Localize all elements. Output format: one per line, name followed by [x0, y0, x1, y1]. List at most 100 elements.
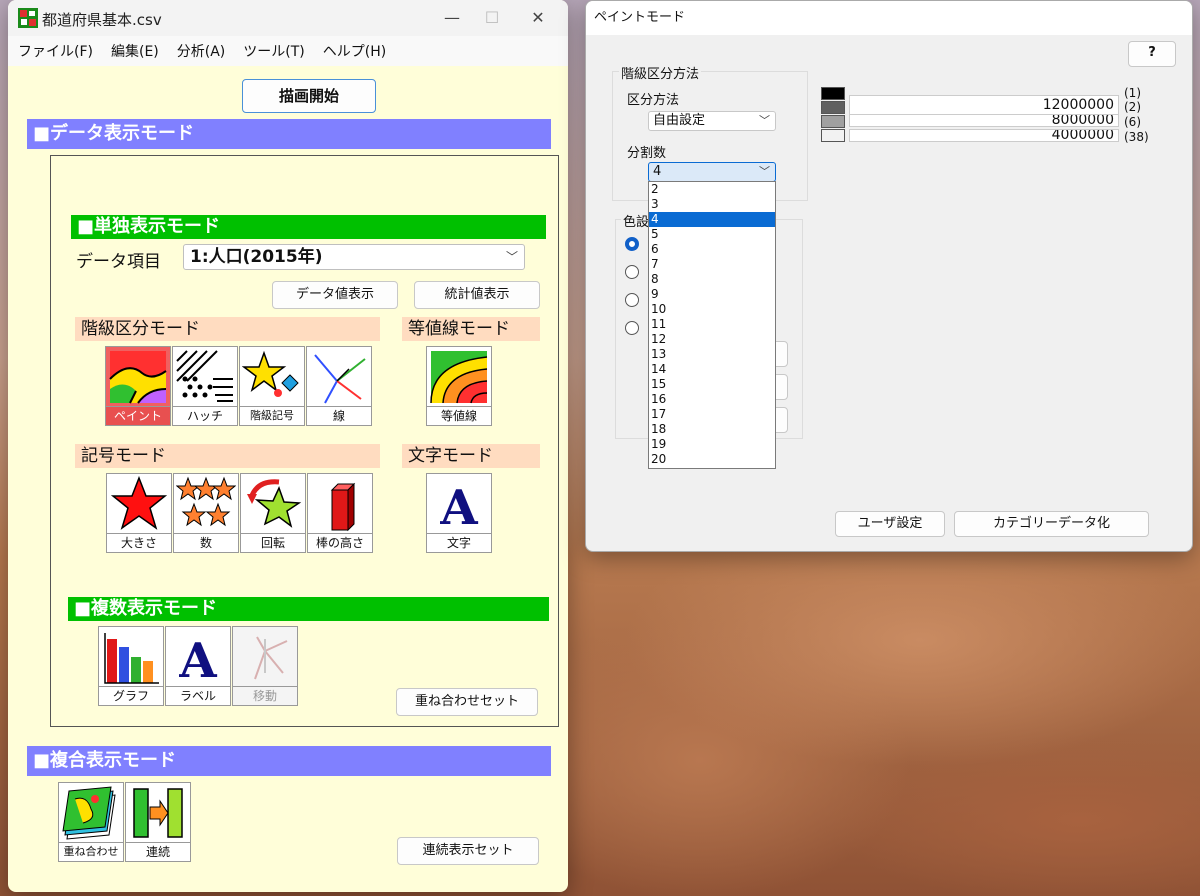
- contour-tool[interactable]: 等値線: [426, 346, 492, 426]
- graph-tool-label: グラフ: [99, 686, 163, 705]
- hatch-tool-label: ハッチ: [173, 406, 237, 425]
- division-option[interactable]: 5: [649, 227, 775, 242]
- composite-mode-header: ■複合表示モード: [27, 746, 551, 776]
- maximize-icon[interactable]: ☐: [472, 6, 512, 30]
- class-swatch-3[interactable]: [821, 115, 845, 128]
- user-setting-button[interactable]: ユーザ設定: [835, 511, 945, 537]
- class-count-1: (1): [1124, 86, 1141, 100]
- menu-edit[interactable]: 編集(E): [111, 41, 159, 61]
- division-option[interactable]: 9: [649, 287, 775, 302]
- single-mode-header: ■単独表示モード: [71, 215, 546, 239]
- line-tool[interactable]: 線: [306, 346, 372, 426]
- bar-height-tool[interactable]: 棒の高さ: [307, 473, 373, 553]
- title-bar[interactable]: 都道府県基本.csv — ☐ ✕: [8, 0, 568, 36]
- overlay-tool-label: 重ね合わせ: [59, 842, 123, 861]
- text-tool[interactable]: A 文字: [426, 473, 492, 553]
- paint-tool[interactable]: ペイント: [105, 346, 171, 426]
- menu-help[interactable]: ヘルプ(H): [323, 41, 386, 61]
- text-tool-label: 文字: [427, 533, 491, 552]
- hatch-tool[interactable]: ハッチ: [172, 346, 238, 426]
- bar-chart-icon: [104, 633, 159, 684]
- stars-icon: [176, 476, 236, 527]
- division-option[interactable]: 11: [649, 317, 775, 332]
- size-tool[interactable]: 大きさ: [106, 473, 172, 553]
- color-radio-1[interactable]: [625, 237, 639, 251]
- show-stats-button[interactable]: 統計値表示: [414, 281, 540, 309]
- move-tool[interactable]: 移動: [232, 626, 298, 706]
- class-value-2[interactable]: 12000000: [849, 95, 1119, 115]
- window-title: 都道府県基本.csv: [42, 11, 162, 29]
- division-option[interactable]: 4: [649, 212, 775, 227]
- division-option[interactable]: 8: [649, 272, 775, 287]
- class-swatch-4[interactable]: [821, 129, 845, 142]
- division-option[interactable]: 15: [649, 377, 775, 392]
- count-tool[interactable]: 数: [173, 473, 239, 553]
- paint-tool-label: ペイント: [106, 406, 170, 425]
- division-option[interactable]: 16: [649, 392, 775, 407]
- menu-tools[interactable]: ツール(T): [243, 41, 304, 61]
- overlay-tool[interactable]: 重ね合わせ: [58, 782, 124, 862]
- division-option[interactable]: 6: [649, 242, 775, 257]
- division-method-label: 区分方法: [627, 93, 680, 108]
- graph-tool[interactable]: グラフ: [98, 626, 164, 706]
- division-option[interactable]: 17: [649, 407, 775, 422]
- close-icon[interactable]: ✕: [518, 6, 558, 30]
- size-tool-label: 大きさ: [107, 533, 171, 552]
- division-option[interactable]: 20: [649, 452, 775, 467]
- class-value-4[interactable]: 4000000: [849, 129, 1119, 142]
- class-symbol-tool[interactable]: 階級記号: [239, 346, 305, 426]
- chevron-down-icon: ﹀: [759, 114, 770, 127]
- svg-text:A: A: [178, 633, 217, 685]
- color-radio-2[interactable]: [625, 265, 639, 279]
- continuous-tool[interactable]: 連続: [125, 782, 191, 862]
- division-option[interactable]: 12: [649, 332, 775, 347]
- class-method-group-label: 階級区分方法: [619, 63, 702, 82]
- letter-a-icon: A: [439, 480, 478, 532]
- minimize-icon[interactable]: —: [432, 6, 472, 30]
- division-count-value: 4: [653, 164, 662, 179]
- division-option[interactable]: 14: [649, 362, 775, 377]
- show-data-button[interactable]: データ値表示: [272, 281, 398, 309]
- division-option[interactable]: 3: [649, 197, 775, 212]
- division-count-list[interactable]: 2 3 4 5 6 7 8 9 10 11 12 13 14 15 16 17 18 19 20: [648, 181, 776, 469]
- class-count-4: (38): [1124, 130, 1149, 144]
- label-tool[interactable]: A ラベル: [165, 626, 231, 706]
- layers-icon: [62, 786, 116, 840]
- move-icon: [254, 636, 288, 680]
- continuous-icon: [133, 788, 183, 838]
- class-swatch-1[interactable]: [821, 87, 845, 100]
- star-icon: [110, 476, 168, 530]
- division-option[interactable]: 2: [649, 182, 775, 197]
- color-radio-3[interactable]: [625, 293, 639, 307]
- division-option[interactable]: 18: [649, 422, 775, 437]
- menu-file[interactable]: ファイル(F): [18, 41, 93, 61]
- class-swatch-2[interactable]: [821, 101, 845, 114]
- division-option[interactable]: 19: [649, 437, 775, 452]
- letter-a-icon: A: [178, 633, 217, 685]
- data-mode-header: ■データ表示モード: [27, 119, 551, 149]
- division-option[interactable]: 13: [649, 347, 775, 362]
- draw-start-button[interactable]: 描画開始: [242, 79, 376, 113]
- menu-bar: ファイル(F) 編集(E) 分析(A) ツール(T) ヘルプ(H): [8, 36, 568, 66]
- main-window: 都道府県基本.csv — ☐ ✕ ファイル(F) 編集(E) 分析(A) ツール…: [8, 0, 568, 892]
- rotate-tool-label: 回転: [241, 533, 305, 552]
- division-count-select[interactable]: 4 ﹀: [648, 162, 776, 182]
- multi-mode-header: ■複数表示モード: [68, 597, 549, 621]
- data-item-select[interactable]: 1:人口(2015年) ﹀: [183, 244, 525, 270]
- rotate-tool[interactable]: 回転: [240, 473, 306, 553]
- category-data-button[interactable]: カテゴリーデータ化: [954, 511, 1149, 537]
- division-method-select[interactable]: 自由設定 ﹀: [648, 111, 776, 131]
- class-count-3: (6): [1124, 115, 1141, 129]
- color-settings-label: 色設: [621, 211, 652, 230]
- division-option[interactable]: 10: [649, 302, 775, 317]
- color-radio-4[interactable]: [625, 321, 639, 335]
- division-option[interactable]: 7: [649, 257, 775, 272]
- help-button[interactable]: ?: [1128, 41, 1176, 67]
- overlay-set-button[interactable]: 重ね合わせセット: [396, 688, 538, 716]
- continuous-set-button[interactable]: 連続表示セット: [397, 837, 539, 865]
- svg-text:A: A: [439, 480, 478, 532]
- chevron-down-icon: ﹀: [505, 250, 518, 264]
- class-mode-header: 階級区分モード: [75, 317, 380, 341]
- menu-analysis[interactable]: 分析(A): [177, 41, 226, 61]
- class-value-3[interactable]: 8000000: [849, 114, 1119, 127]
